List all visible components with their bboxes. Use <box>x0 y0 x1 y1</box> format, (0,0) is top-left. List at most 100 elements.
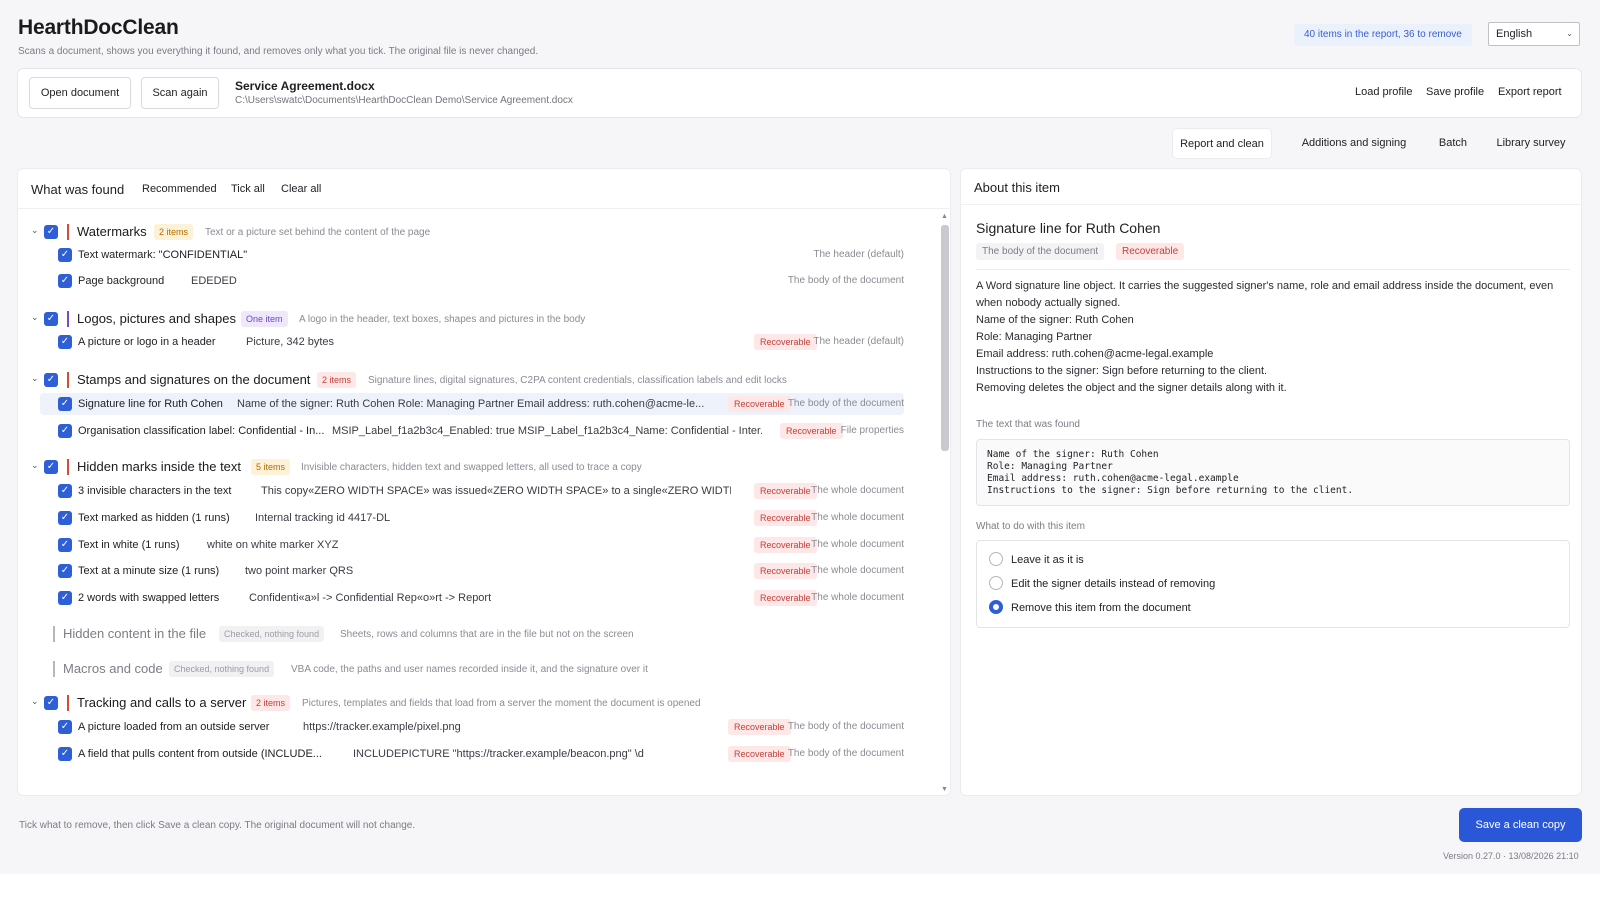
finding-location: The whole document <box>811 592 904 603</box>
found-text-box: Name of the signer: Ruth Cohen Role: Man… <box>976 439 1570 506</box>
clear-all-button[interactable]: Clear all <box>281 183 321 195</box>
checkbox-checked-icon[interactable]: ✓ <box>44 225 58 239</box>
option-label: Leave it as it is <box>1011 554 1084 566</box>
details-panel: About this item Signature line for Ruth … <box>960 168 1582 796</box>
scroll-down-icon[interactable]: ▼ <box>941 786 948 793</box>
findings-scrollbar[interactable]: ▲ ▼ <box>938 209 950 795</box>
tick-all-button[interactable]: Tick all <box>231 183 265 195</box>
checkbox-checked-icon[interactable]: ✓ <box>58 538 72 552</box>
chevron-down-icon[interactable]: ⌄ <box>31 460 39 471</box>
chevron-down-icon[interactable]: ⌄ <box>31 696 39 707</box>
checkbox-checked-icon[interactable]: ✓ <box>58 564 72 578</box>
scroll-up-icon[interactable]: ▲ <box>941 213 948 220</box>
checkbox-checked-icon[interactable]: ✓ <box>58 274 72 288</box>
export-report-button[interactable]: Export report <box>1498 86 1562 98</box>
load-profile-button[interactable]: Load profile <box>1355 86 1413 98</box>
tab-library-survey[interactable]: Library survey <box>1489 128 1573 159</box>
tab-report-and-clean[interactable]: Report and clean <box>1172 128 1272 159</box>
finding-detail: This copy«ZERO WIDTH SPACE» was issued«Z… <box>261 485 731 497</box>
finding-detail: Name of the signer: Ruth Cohen Role: Man… <box>237 398 705 410</box>
recoverable-badge: Recoverable <box>728 719 791 735</box>
category-hidden-content: Hidden content in the file Checked, noth… <box>18 623 938 645</box>
chevron-down-icon: ⌄ <box>1566 29 1573 38</box>
checkbox-checked-icon[interactable]: ✓ <box>44 460 58 474</box>
file-path: C:\Users\swatc\Documents\HearthDocClean … <box>235 95 573 106</box>
location-tag: The body of the document <box>976 243 1105 260</box>
checkbox-checked-icon[interactable]: ✓ <box>44 312 58 326</box>
save-profile-button[interactable]: Save profile <box>1426 86 1484 98</box>
category-hidden-marks[interactable]: ⌄ ✓ Hidden marks inside the text 5 items… <box>18 456 938 478</box>
finding-row[interactable]: ✓ Organisation classification label: Con… <box>40 420 904 442</box>
checkbox-checked-icon[interactable]: ✓ <box>58 511 72 525</box>
category-title: Hidden marks inside the text <box>77 459 242 474</box>
code-line: Name of the signer: Ruth Cohen <box>987 449 1159 460</box>
finding-row[interactable]: ✓ Page background EDEDED The body of the… <box>40 270 904 292</box>
checkbox-checked-icon[interactable]: ✓ <box>44 373 58 387</box>
scrollbar-thumb[interactable] <box>941 225 949 451</box>
checkbox-checked-icon[interactable]: ✓ <box>58 591 72 605</box>
chevron-down-icon[interactable]: ⌄ <box>31 225 39 236</box>
category-stamps-signatures[interactable]: ⌄ ✓ Stamps and signatures on the documen… <box>18 369 938 391</box>
checkbox-checked-icon[interactable]: ✓ <box>58 747 72 761</box>
chevron-down-icon[interactable]: ⌄ <box>31 312 39 323</box>
chevron-down-icon[interactable]: ⌄ <box>31 373 39 384</box>
open-document-button[interactable]: Open document <box>29 77 131 109</box>
recoverable-badge: Recoverable <box>1116 243 1185 260</box>
findings-list: ⌄ ✓ Watermarks 2 items Text or a picture… <box>18 209 938 795</box>
finding-location: The body of the document <box>787 721 904 732</box>
checkbox-checked-icon[interactable]: ✓ <box>58 424 72 438</box>
option-label: Edit the signer details instead of remov… <box>1011 578 1216 590</box>
category-tracking[interactable]: ⌄ ✓ Tracking and calls to a server 2 ite… <box>18 692 938 714</box>
recommended-button[interactable]: Recommended <box>142 183 217 195</box>
finding-row[interactable]: ✓ A picture loaded from an outside serve… <box>40 716 904 738</box>
checkbox-checked-icon[interactable]: ✓ <box>44 696 58 710</box>
file-name: Service Agreement.docx <box>235 79 375 93</box>
checkbox-checked-icon[interactable]: ✓ <box>58 335 72 349</box>
finding-row[interactable]: ✓ 3 invisible characters in the text Thi… <box>40 480 904 502</box>
finding-row[interactable]: ✓ 2 words with swapped letters Confident… <box>40 587 904 609</box>
finding-name: Organisation classification label: Confi… <box>78 425 325 437</box>
finding-row[interactable]: ✓ Text in white (1 runs) white on white … <box>40 534 904 556</box>
language-select[interactable]: English ⌄ <box>1488 22 1580 46</box>
action-label: What to do with this item <box>976 521 1085 532</box>
option-edit[interactable]: Edit the signer details instead of remov… <box>989 574 1549 594</box>
finding-name: Signature line for Ruth Cohen <box>78 398 223 410</box>
save-clean-copy-button[interactable]: Save a clean copy <box>1459 808 1582 842</box>
checkbox-checked-icon[interactable]: ✓ <box>58 397 72 411</box>
finding-row[interactable]: ✓ Text watermark: "CONFIDENTIAL" The hea… <box>40 244 904 266</box>
finding-row-selected[interactable]: ✓ Signature line for Ruth Cohen Name of … <box>40 393 904 415</box>
tab-batch[interactable]: Batch <box>1428 128 1478 159</box>
details-title: Signature line for Ruth Cohen <box>976 220 1161 236</box>
option-leave[interactable]: Leave it as it is <box>989 550 1549 570</box>
option-remove[interactable]: Remove this item from the document <box>989 598 1549 618</box>
finding-name: A field that pulls content from outside … <box>78 748 322 760</box>
scan-again-button[interactable]: Scan again <box>141 77 219 109</box>
status-badge: Checked, nothing found <box>219 626 325 642</box>
category-watermarks[interactable]: ⌄ ✓ Watermarks 2 items Text or a picture… <box>18 221 938 243</box>
category-title: Stamps and signatures on the document <box>77 372 311 387</box>
finding-location: The header (default) <box>813 336 904 347</box>
radio-unselected-icon[interactable] <box>989 552 1003 566</box>
checkbox-checked-icon[interactable]: ✓ <box>58 248 72 262</box>
summary-badge: 40 items in the report, 36 to remove <box>1294 24 1472 46</box>
checkbox-checked-icon[interactable]: ✓ <box>58 484 72 498</box>
category-marker <box>67 695 69 711</box>
category-description: Pictures, templates and fields that load… <box>302 698 701 709</box>
finding-row[interactable]: ✓ A field that pulls content from outsid… <box>40 743 904 765</box>
option-label: Remove this item from the document <box>1011 602 1191 614</box>
category-marker <box>67 224 69 240</box>
category-macros-code: Macros and code Checked, nothing found V… <box>18 658 938 680</box>
status-badge: Checked, nothing found <box>169 661 275 677</box>
tab-additions-and-signing[interactable]: Additions and signing <box>1289 128 1419 159</box>
finding-location: The whole document <box>811 539 904 550</box>
details-header: About this item <box>961 169 1581 205</box>
finding-row[interactable]: ✓ A picture or logo in a header Picture,… <box>40 331 904 353</box>
radio-selected-icon[interactable] <box>989 600 1003 614</box>
category-logos-pictures-shapes[interactable]: ⌄ ✓ Logos, pictures and shapes One item … <box>18 308 938 330</box>
finding-name: Text at a minute size (1 runs) <box>78 565 220 577</box>
checkbox-checked-icon[interactable]: ✓ <box>58 720 72 734</box>
finding-row[interactable]: ✓ Text marked as hidden (1 runs) Interna… <box>40 507 904 529</box>
finding-row[interactable]: ✓ Text at a minute size (1 runs) two poi… <box>40 560 904 582</box>
recoverable-badge: Recoverable <box>754 334 817 350</box>
radio-unselected-icon[interactable] <box>989 576 1003 590</box>
